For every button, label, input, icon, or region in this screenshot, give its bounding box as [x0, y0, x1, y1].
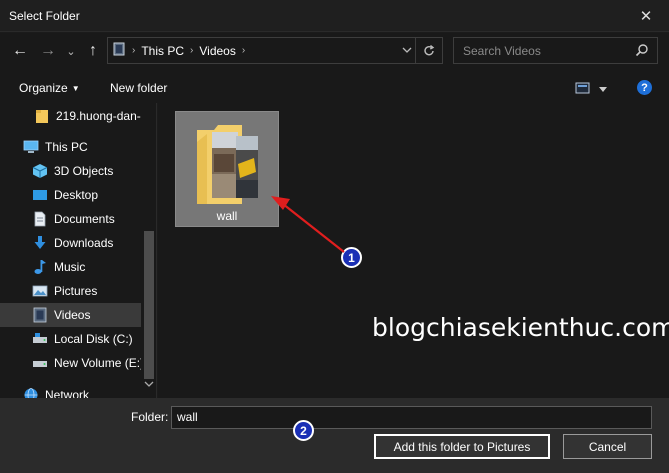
refresh-icon: [424, 44, 435, 55]
breadcrumb-videos[interactable]: Videos: [199, 44, 235, 58]
music-icon: [32, 259, 48, 275]
title-bar: Select Folder ✕: [0, 0, 669, 32]
breadcrumb-separator: ›: [241, 45, 246, 56]
folder-name-input[interactable]: wall: [171, 406, 652, 429]
view-options-icon[interactable]: [575, 81, 591, 98]
view-dropdown-icon[interactable]: [598, 83, 608, 97]
pictures-icon: [32, 283, 48, 299]
breadcrumb-separator: ›: [190, 45, 194, 56]
sidebar-item-label: 219.huong-dan-: [56, 109, 141, 123]
sidebar-item-label: New Volume (E:): [54, 356, 145, 370]
sidebar-item-label: Downloads: [54, 236, 114, 250]
sidebar-item-label: This PC: [45, 140, 88, 154]
folder-thumbnail-icon: [197, 125, 258, 204]
3d-objects-icon: [32, 163, 48, 179]
back-button[interactable]: ←: [10, 40, 30, 62]
documents-icon: [32, 211, 48, 227]
sidebar-item-new-volume[interactable]: New Volume (E:): [0, 351, 145, 375]
watermark-text: blogchiasekienthuc.com: [372, 313, 669, 342]
sidebar-scroll-thumb[interactable]: [144, 231, 154, 379]
sidebar-item-local-disk[interactable]: Local Disk (C:): [0, 327, 141, 351]
navigation-pane: 219.huong-dan- This PC 3D Objects Deskto…: [0, 103, 157, 398]
sidebar-item-recent-folder[interactable]: 219.huong-dan-: [0, 104, 141, 128]
sidebar-item-label: Pictures: [54, 284, 98, 298]
sidebar-item-label: Videos: [54, 308, 91, 322]
sidebar-item-label: 3D Objects: [54, 164, 114, 178]
forward-button[interactable]: →: [38, 40, 58, 62]
breadcrumb: › This PC › Videos ›: [112, 38, 245, 63]
sidebar-item-desktop[interactable]: Desktop: [0, 183, 141, 207]
annotation-badge-1: 1: [341, 247, 362, 268]
network-icon: [23, 387, 39, 398]
sidebar-item-documents[interactable]: Documents: [0, 207, 141, 231]
breadcrumb-separator: ›: [132, 45, 136, 56]
window-title: Select Folder: [9, 9, 80, 23]
footer-panel: Folder: wall Add this folder to Pictures…: [0, 398, 669, 473]
sidebar-item-downloads[interactable]: Downloads: [0, 231, 141, 255]
annotation-badge-2: 2: [293, 420, 314, 441]
desktop-icon: [32, 187, 48, 203]
folder-name: wall: [216, 209, 238, 223]
sidebar-item-pictures[interactable]: Pictures: [0, 279, 141, 303]
organize-label: Organize: [19, 81, 68, 95]
sidebar-item-label: Music: [54, 260, 86, 274]
drive-icon: [32, 355, 48, 371]
folder-icon: [34, 108, 50, 124]
add-folder-button[interactable]: Add this folder to Pictures: [374, 434, 550, 459]
breadcrumb-this-pc[interactable]: This PC: [141, 44, 184, 58]
sidebar-item-label: Documents: [54, 212, 115, 226]
up-button[interactable]: ↑: [84, 40, 102, 62]
cancel-button[interactable]: Cancel: [563, 434, 652, 459]
search-placeholder: Search Videos: [463, 44, 541, 58]
videos-icon: [32, 307, 48, 323]
help-button[interactable]: ?: [637, 80, 652, 95]
close-button[interactable]: ✕: [623, 0, 669, 31]
navigation-bar: ← → ⌄ ↑ › This PC › Videos › Search Vide…: [0, 33, 669, 73]
file-list-pane: wall blogchiasekienthuc.com 1: [158, 103, 669, 398]
local-disk-icon: [32, 331, 48, 347]
search-box[interactable]: Search Videos: [453, 37, 658, 64]
sidebar-item-this-pc[interactable]: This PC: [0, 135, 141, 159]
sidebar-item-videos[interactable]: Videos: [0, 303, 141, 327]
address-bar[interactable]: › This PC › Videos ›: [107, 37, 443, 64]
sidebar-item-label: Desktop: [54, 188, 99, 202]
folder-field-label: Folder:: [131, 410, 169, 424]
folder-item-wall[interactable]: wall: [175, 111, 279, 227]
new-folder-button[interactable]: New folder: [110, 81, 167, 95]
sidebar-item-network[interactable]: Network: [0, 383, 141, 398]
sidebar-item-label: Network: [45, 388, 90, 398]
this-pc-icon: [23, 139, 39, 155]
address-dropdown-icon[interactable]: [402, 43, 412, 60]
sidebar-item-3d-objects[interactable]: 3D Objects: [0, 159, 141, 183]
refresh-button[interactable]: [415, 38, 442, 63]
downloads-icon: [32, 235, 48, 251]
command-bar: Organize ▼ New folder ?: [0, 73, 669, 103]
sidebar-item-label: Local Disk (C:): [54, 332, 133, 346]
organize-menu[interactable]: Organize ▼: [19, 81, 80, 95]
sidebar-item-music[interactable]: Music: [0, 255, 141, 279]
chevron-down-icon: ▼: [71, 84, 80, 93]
videos-location-icon: [112, 42, 126, 59]
recent-locations-button[interactable]: ⌄: [64, 40, 78, 62]
search-icon[interactable]: [635, 43, 649, 60]
scroll-down-arrow-icon[interactable]: [144, 380, 154, 390]
